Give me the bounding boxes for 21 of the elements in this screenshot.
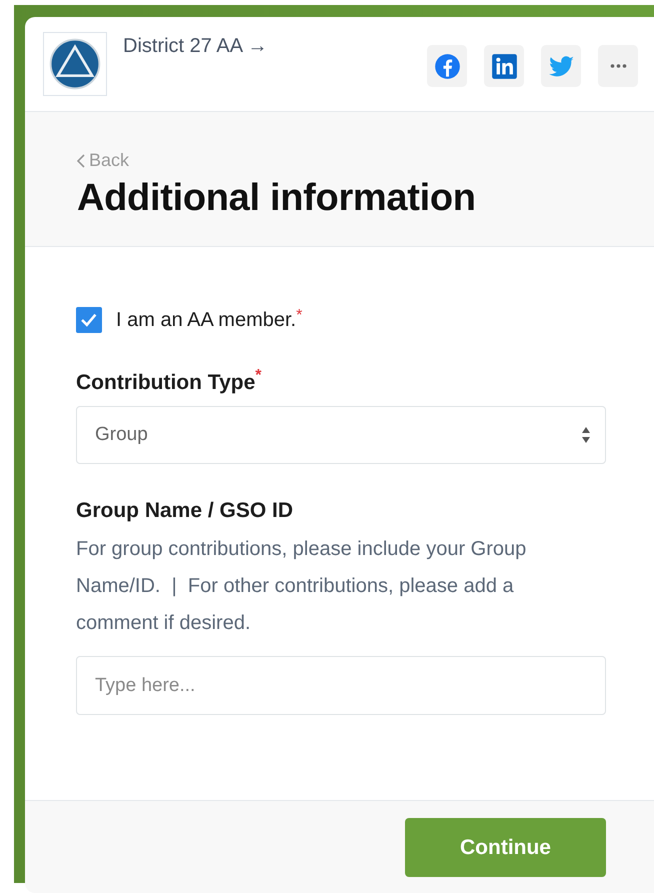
facebook-icon: [434, 52, 460, 80]
share-button[interactable]: [484, 45, 524, 87]
required-mark: *: [296, 307, 302, 325]
chevron-left-icon: [77, 154, 85, 168]
org-link[interactable]: District 27 AA →: [123, 35, 268, 58]
field-label: Contribution Type: [76, 371, 256, 395]
linkedin-icon: [490, 52, 518, 80]
checkbox[interactable]: [76, 307, 102, 333]
share-button[interactable]: [427, 45, 467, 87]
input-field[interactable]: Type here...: [76, 656, 606, 715]
sort-arrows-icon: [581, 426, 591, 444]
required-mark: *: [255, 367, 262, 385]
page-title: Additional information: [77, 177, 477, 220]
select-field[interactable]: Group: [76, 406, 606, 464]
more-icon: [610, 64, 626, 68]
field-label: Group Name / GSO ID: [76, 499, 294, 523]
check-icon: [81, 313, 97, 327]
checkbox-label: I am an AA member.: [116, 308, 296, 332]
help-text: For group contributions, please include your Group Name/ID. | For other contributions, please add a comment if desired.: [76, 537, 528, 636]
continue-button[interactable]: Continue: [405, 818, 606, 877]
share-button[interactable]: [541, 45, 581, 87]
